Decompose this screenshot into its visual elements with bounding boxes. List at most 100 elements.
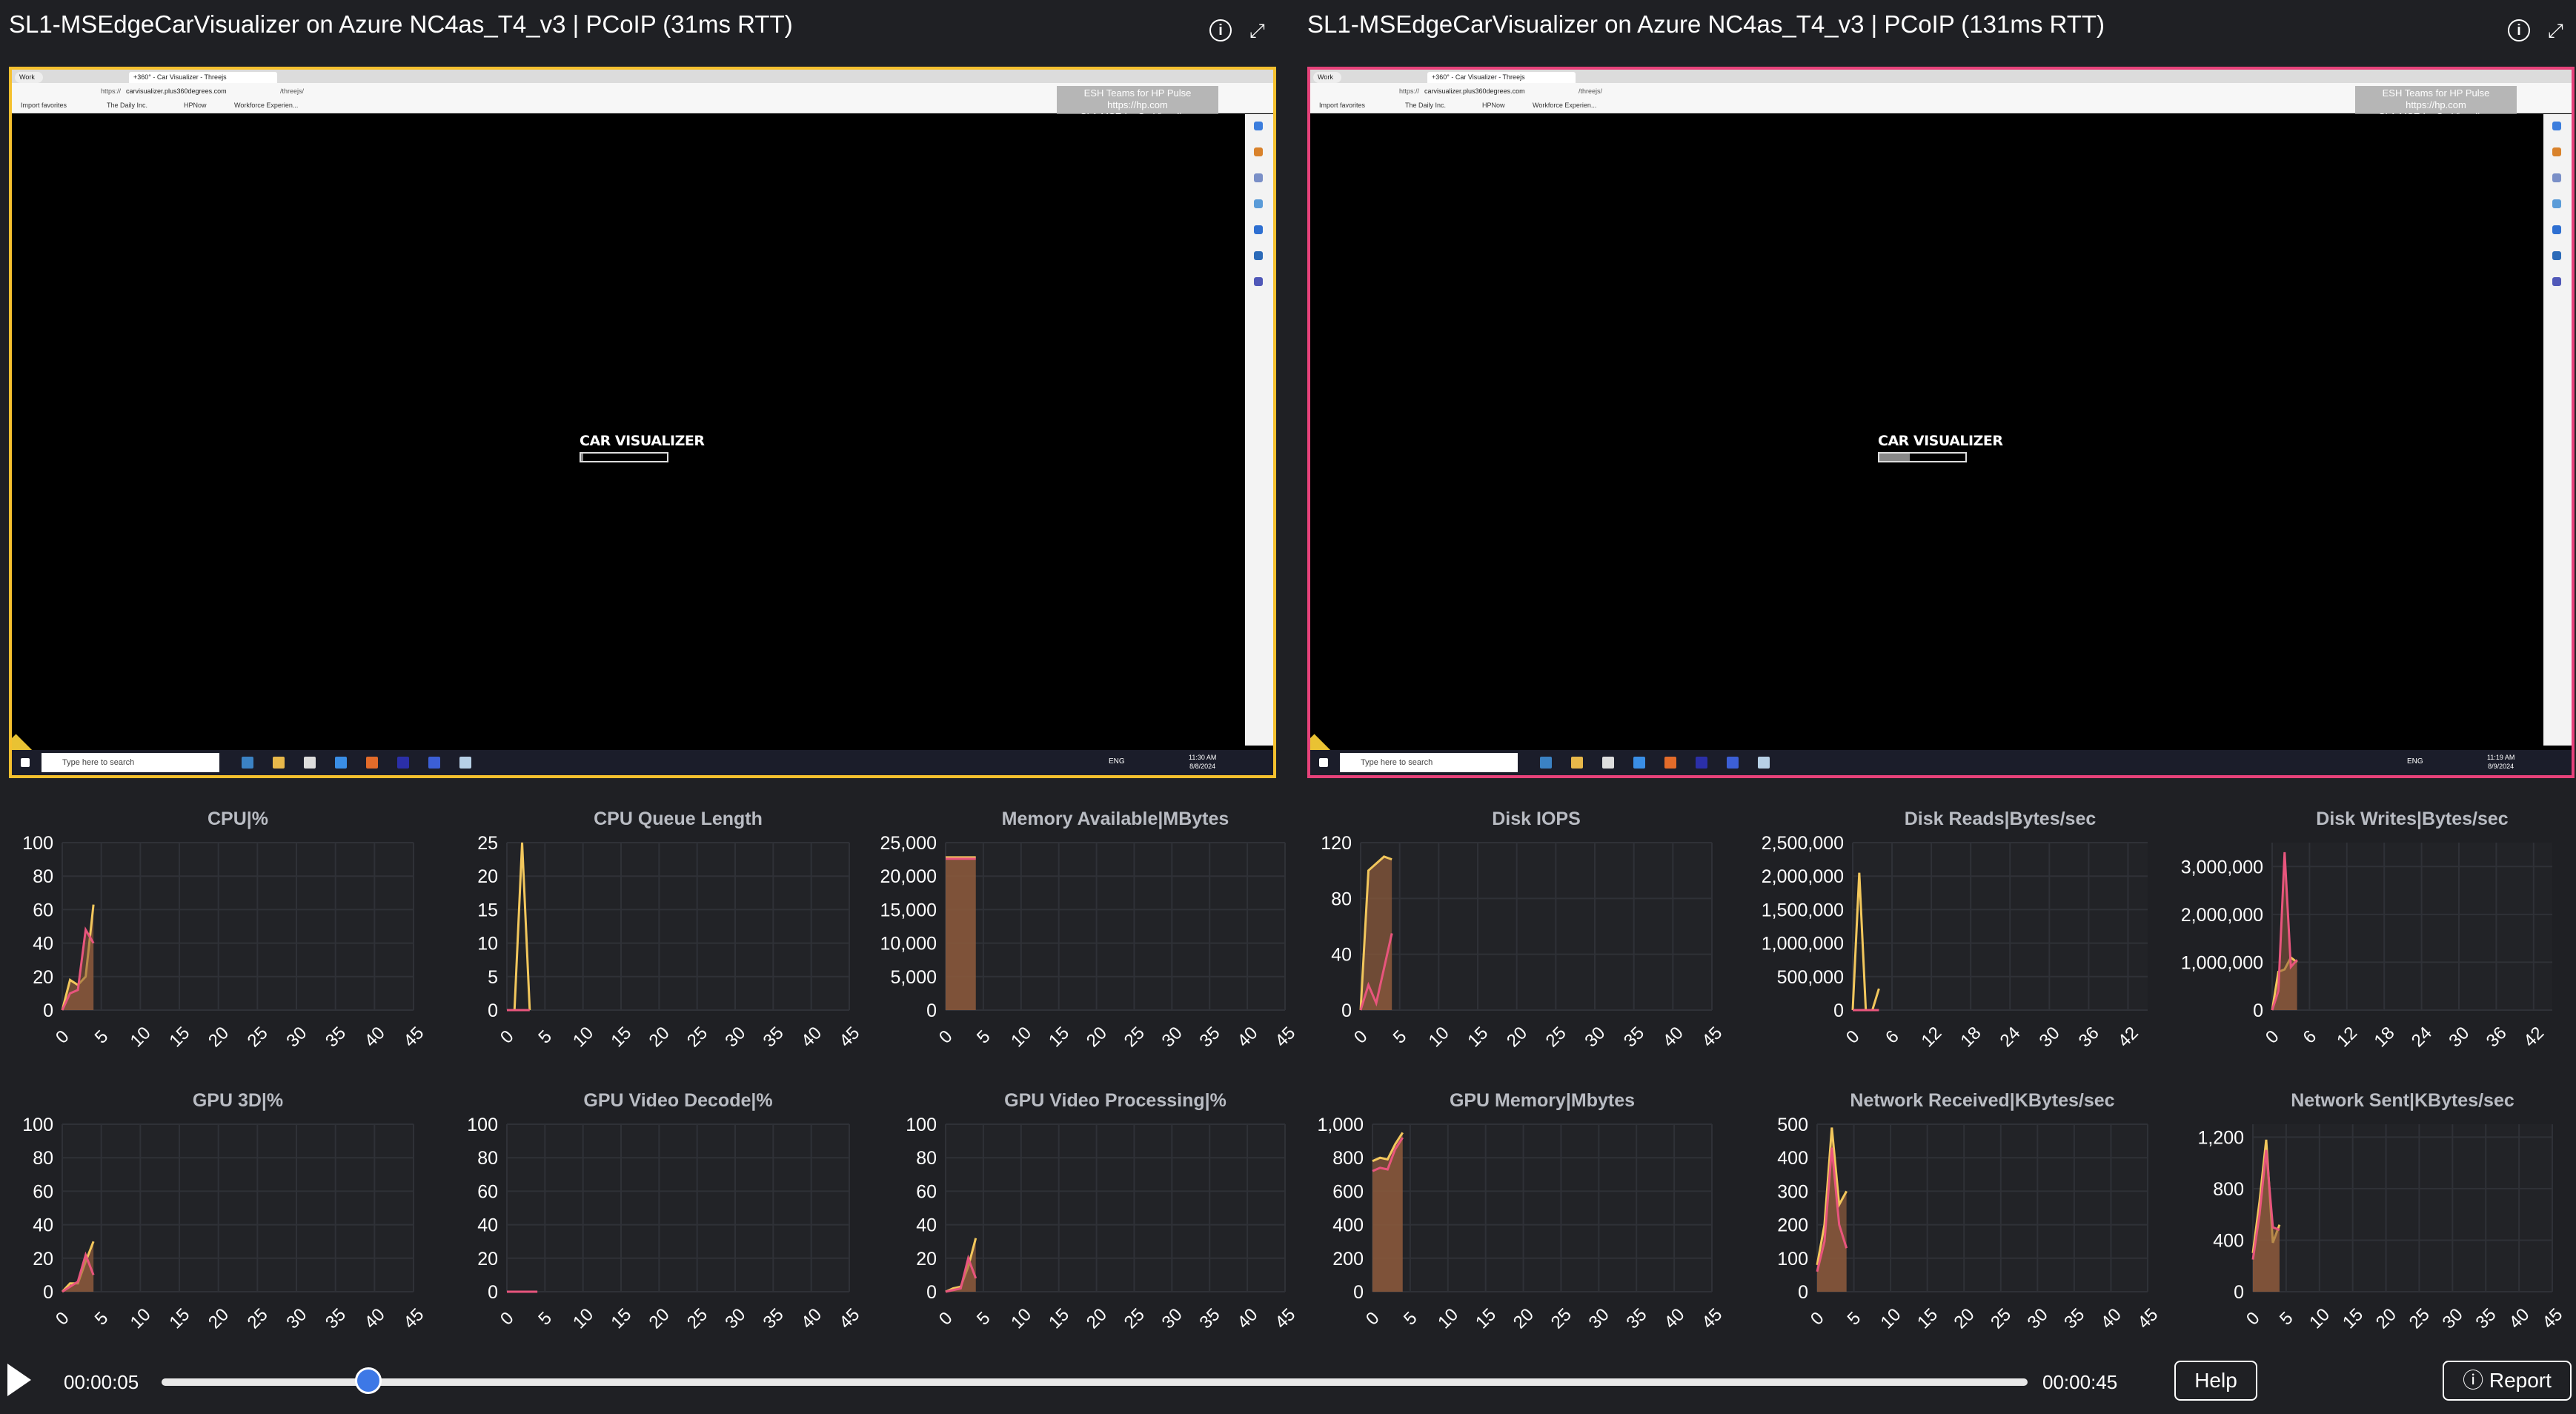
y-tick-label: 1,000 xyxy=(1317,1115,1364,1135)
sidebar-icon[interactable] xyxy=(1254,147,1263,156)
taskbar-app-icon[interactable] xyxy=(1602,757,1614,769)
sidebar-icon[interactable] xyxy=(1254,122,1263,130)
expand-icon[interactable]: ⤢ xyxy=(2548,19,2563,43)
x-tick-label: 35 xyxy=(760,1023,788,1051)
sidebar-icon[interactable] xyxy=(1254,225,1263,234)
plot-area xyxy=(507,843,849,1010)
x-tick-label: 12 xyxy=(1918,1023,1946,1051)
language-indicator[interactable]: ENG xyxy=(2407,757,2423,766)
x-tick-label: 40 xyxy=(361,1304,389,1332)
y-tick-label: 40 xyxy=(1331,945,1352,966)
x-tick-label: 0 xyxy=(2262,1026,2283,1048)
sidebar-icon[interactable] xyxy=(2552,173,2561,182)
taskbar-app-icon[interactable] xyxy=(1696,757,1707,769)
metric-chart: CPU Queue Length 0 5 10 15 20 25 0 5 10 15 20 25 30 35… xyxy=(436,804,873,1078)
info-icon[interactable]: i xyxy=(1209,19,1232,42)
taskbar-clock[interactable]: 11:19 AM 8/9/2024 xyxy=(2487,753,2514,771)
mail-icon[interactable] xyxy=(335,757,347,769)
windows-start-icon[interactable] xyxy=(1319,758,1328,767)
y-tick-label: 15 xyxy=(477,900,498,920)
taskbar-app-icon[interactable] xyxy=(242,757,253,769)
y-tick-label: 25 xyxy=(477,833,498,854)
web-content[interactable] xyxy=(1315,114,2542,746)
folder-icon[interactable] xyxy=(273,757,285,769)
favorite-item[interactable]: Import favorites xyxy=(1319,102,1365,109)
report-button[interactable]: ⓘ Report xyxy=(2443,1361,2572,1401)
play-icon[interactable] xyxy=(7,1364,31,1396)
x-tick-label: 25 xyxy=(2406,1304,2434,1332)
favorite-item[interactable]: HPNow xyxy=(184,102,207,109)
sidebar-icon[interactable] xyxy=(1254,277,1263,286)
x-tick-label: 18 xyxy=(2371,1023,2399,1051)
x-tick-label: 42 xyxy=(2114,1023,2142,1051)
profile-button[interactable]: Work xyxy=(15,72,43,83)
x-tick-label: 12 xyxy=(2333,1023,2361,1051)
sidebar-icon[interactable] xyxy=(2552,147,2561,156)
expand-icon[interactable]: ⤢ xyxy=(1249,19,1265,43)
sidebar-icon[interactable] xyxy=(1254,173,1263,182)
url-path: /threejs/ xyxy=(1579,87,1603,95)
taskbar-search[interactable]: Type here to search xyxy=(42,753,219,772)
y-tick-label: 0 xyxy=(1353,1282,1364,1303)
info-icon[interactable]: i xyxy=(2508,19,2530,42)
favorite-item[interactable]: The Daily Inc. xyxy=(107,102,147,109)
sidebar-icon[interactable] xyxy=(2552,199,2561,208)
y-tick-label: 60 xyxy=(33,1181,53,1202)
left-remote-screen[interactable]: Work +360° - Car Visualizer - Threejs ht… xyxy=(9,67,1276,778)
taskbar-app-icon[interactable] xyxy=(397,757,409,769)
x-tick-label: 30 xyxy=(1158,1304,1186,1332)
folder-icon[interactable] xyxy=(1571,757,1583,769)
taskbar-app-icon[interactable] xyxy=(428,757,440,769)
right-remote-screen[interactable]: Work +360° - Car Visualizer - Threejs ht… xyxy=(1307,67,2575,778)
x-tick-label: 25 xyxy=(1121,1304,1149,1332)
taskbar-app-icon[interactable] xyxy=(366,757,378,769)
chart-svg: CPU|%0204060801000 5 10 15 20 25 30 35 40 45 xyxy=(22,809,428,1051)
favorite-item[interactable]: HPNow xyxy=(1482,102,1505,109)
url-host: carvisualizer.plus360degrees.com xyxy=(1424,87,1525,95)
help-button[interactable]: Help xyxy=(2174,1361,2257,1401)
x-tick-label: 18 xyxy=(1957,1023,1985,1051)
sidebar-icon[interactable] xyxy=(1254,199,1263,208)
sidebar-icon[interactable] xyxy=(1254,251,1263,260)
taskbar-clock[interactable]: 11:30 AM 8/8/2024 xyxy=(1189,753,1216,771)
x-tick-label: 5 xyxy=(91,1026,113,1048)
timeline-slider[interactable] xyxy=(162,1378,2028,1386)
taskbar-search[interactable]: Type here to search xyxy=(1340,753,1518,772)
taskbar-app-icon[interactable] xyxy=(1540,757,1552,769)
y-tick-label: 0 xyxy=(488,1282,498,1303)
mail-icon[interactable] xyxy=(1633,757,1645,769)
sidebar-icon[interactable] xyxy=(2552,122,2561,130)
y-tick-label: 80 xyxy=(33,866,53,887)
y-tick-label: 500 xyxy=(1777,1115,1808,1135)
favorite-item[interactable]: Workforce Experien... xyxy=(1533,102,1596,109)
sidebar-icon[interactable] xyxy=(2552,277,2561,286)
x-tick-label: 0 xyxy=(935,1308,957,1330)
language-indicator[interactable]: ENG xyxy=(1109,757,1125,766)
taskbar-app-icon[interactable] xyxy=(1758,757,1770,769)
taskbar-app-icon[interactable] xyxy=(1664,757,1676,769)
x-tick-label: 30 xyxy=(282,1304,311,1332)
web-content[interactable] xyxy=(16,114,1244,746)
sidebar-icon[interactable] xyxy=(2552,225,2561,234)
x-tick-label: 5 xyxy=(973,1026,995,1048)
favorite-item[interactable]: The Daily Inc. xyxy=(1405,102,1446,109)
taskbar-app-icon[interactable] xyxy=(459,757,471,769)
x-tick-label: 0 xyxy=(2243,1308,2264,1330)
browser-tab[interactable]: +360° - Car Visualizer - Threejs xyxy=(129,72,277,83)
favorite-item[interactable]: Workforce Experien... xyxy=(234,102,298,109)
url-prefix: https:// xyxy=(1399,87,1420,95)
windows-start-icon[interactable] xyxy=(21,758,30,767)
y-tick-label: 40 xyxy=(33,1215,53,1236)
y-tick-label: 0 xyxy=(43,1282,53,1303)
timeline-thumb[interactable] xyxy=(355,1367,382,1394)
plot-area xyxy=(1372,1124,1712,1292)
taskbar-app-icon[interactable] xyxy=(304,757,316,769)
y-tick-label: 80 xyxy=(33,1148,53,1169)
sidebar-icon[interactable] xyxy=(2552,251,2561,260)
taskbar-app-icon[interactable] xyxy=(1727,757,1739,769)
browser-tab[interactable]: +360° - Car Visualizer - Threejs xyxy=(1427,72,1576,83)
profile-button[interactable]: Work xyxy=(1313,72,1341,83)
browser-tabbar: Work +360° - Car Visualizer - Threejs xyxy=(1310,70,2572,83)
x-tick-label: 15 xyxy=(165,1023,193,1051)
favorite-item[interactable]: Import favorites xyxy=(21,102,67,109)
